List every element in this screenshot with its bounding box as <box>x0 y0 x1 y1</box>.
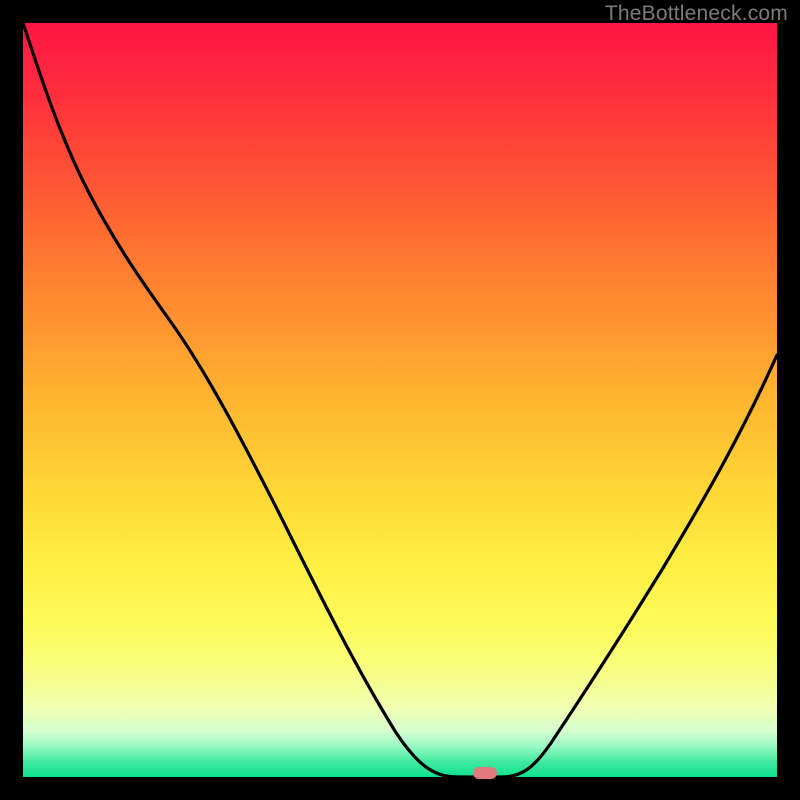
curve-path <box>23 23 777 777</box>
optimal-marker <box>473 767 497 779</box>
chart-frame: TheBottleneck.com <box>0 0 800 800</box>
watermark-text: TheBottleneck.com <box>605 2 788 26</box>
bottleneck-curve <box>23 23 777 777</box>
gradient-plot-background <box>23 23 777 777</box>
